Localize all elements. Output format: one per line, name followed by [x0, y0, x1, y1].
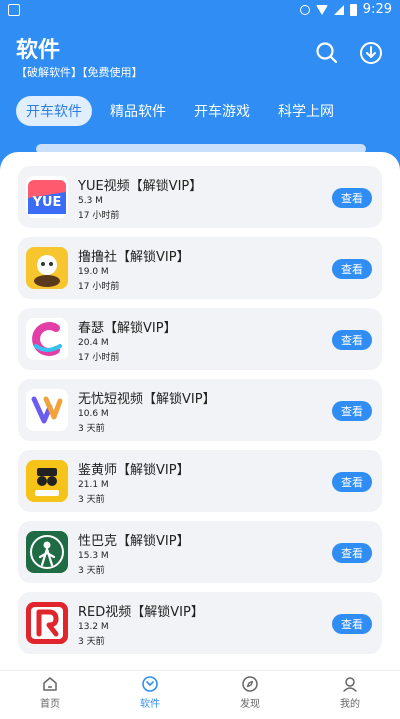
red-video-logo-icon [26, 602, 68, 644]
list-item[interactable]: 性巴克【解锁VIP】 15.3 M 3 天前 查看 [18, 521, 382, 583]
app-size: 19.0 M [78, 267, 109, 277]
app-size: 20.4 M [78, 338, 109, 348]
dnd-icon [299, 4, 310, 15]
battery-icon [349, 3, 357, 16]
app-size: 21.1 M [78, 480, 109, 490]
xingbake-logo-icon [26, 531, 68, 573]
view-button[interactable]: 查看 [332, 259, 372, 279]
yue-video-logo-icon: YUE [26, 176, 68, 218]
app-name: 性巴克【解锁VIP】 [78, 534, 190, 549]
view-button[interactable]: 查看 [332, 472, 372, 492]
list-item[interactable]: RED视频【解锁VIP】 13.2 M 3 天前 查看 [18, 592, 382, 654]
nav-label: 首页 [40, 699, 60, 710]
app-name: 鉴黄师【解锁VIP】 [78, 463, 190, 478]
notification-icon [8, 4, 20, 16]
app-name: 无忧短视频【解锁VIP】 [78, 392, 216, 407]
jianhuangshi-logo-icon [26, 460, 68, 502]
app-size: 15.3 M [78, 551, 109, 561]
tab-kaiche-software[interactable]: 开车软件 [16, 96, 92, 126]
app-list: YUE YUE视频【解锁VIP】 5.3 M 17 小时前 查看 撸撸社【解锁V… [18, 166, 382, 663]
status-time: 9:29 [362, 2, 392, 17]
profile-icon [343, 677, 357, 692]
app-size: 5.3 M [78, 196, 103, 206]
nav-software[interactable]: 软件 [100, 671, 200, 719]
app-name: 撸撸社【解锁VIP】 [78, 250, 190, 265]
nav-discover[interactable]: 发现 [200, 671, 300, 719]
app-time: 3 天前 [78, 637, 105, 647]
app-name: RED视频【解锁VIP】 [78, 605, 204, 620]
chunse-logo-icon [26, 318, 68, 360]
search-icon[interactable] [314, 40, 340, 66]
nav-home[interactable]: 首页 [0, 671, 100, 719]
download-icon[interactable] [358, 40, 384, 66]
list-item[interactable]: 撸撸社【解锁VIP】 19.0 M 17 小时前 查看 [18, 237, 382, 299]
wifi-icon [315, 4, 328, 15]
app-time: 17 小时前 [78, 353, 120, 363]
app-time: 3 天前 [78, 424, 105, 434]
signal-icon [333, 4, 344, 15]
view-button[interactable]: 查看 [332, 330, 372, 350]
page-title: 软件 [16, 38, 61, 63]
nav-label: 软件 [140, 699, 160, 710]
nav-label: 我的 [340, 699, 360, 710]
svg-text:YUE: YUE [32, 195, 62, 210]
app-time: 3 天前 [78, 495, 105, 505]
app-time: 3 天前 [78, 566, 105, 576]
view-button[interactable]: 查看 [332, 401, 372, 421]
view-button[interactable]: 查看 [332, 188, 372, 208]
nav-profile[interactable]: 我的 [300, 671, 400, 719]
app-name: 春瑟【解锁VIP】 [78, 321, 177, 336]
wuyou-video-logo-icon [26, 389, 68, 431]
nav-label: 发现 [240, 699, 260, 710]
view-button[interactable]: 查看 [332, 543, 372, 563]
view-button[interactable]: 查看 [332, 614, 372, 634]
tab-vpn[interactable]: 科学上网 [268, 96, 344, 126]
list-item[interactable]: YUE YUE视频【解锁VIP】 5.3 M 17 小时前 查看 [18, 166, 382, 228]
home-icon [43, 677, 57, 691]
tab-kaiche-games[interactable]: 开车游戏 [184, 96, 260, 126]
list-item[interactable]: 鉴黄师【解锁VIP】 21.1 M 3 天前 查看 [18, 450, 382, 512]
app-time: 17 小时前 [78, 211, 120, 221]
app-name: YUE视频【解锁VIP】 [78, 179, 203, 194]
compass-icon [242, 676, 258, 692]
tab-premium-software[interactable]: 精品软件 [100, 96, 176, 126]
lulushe-logo-icon [26, 247, 68, 289]
software-icon [142, 676, 158, 692]
list-item[interactable]: 无忧短视频【解锁VIP】 10.6 M 3 天前 查看 [18, 379, 382, 441]
category-tabs: 开车软件 精品软件 开车游戏 科学上网 [16, 96, 344, 126]
page-subtitle: 【破解软件】【免费使用】 [16, 66, 143, 79]
app-time: 17 小时前 [78, 282, 120, 292]
list-item[interactable]: 春瑟【解锁VIP】 20.4 M 17 小时前 查看 [18, 308, 382, 370]
bottom-nav: 首页 软件 发现 我的 [0, 670, 400, 719]
app-size: 10.6 M [78, 409, 109, 419]
app-size: 13.2 M [78, 622, 109, 632]
status-bar: 9:29 [0, 0, 400, 20]
